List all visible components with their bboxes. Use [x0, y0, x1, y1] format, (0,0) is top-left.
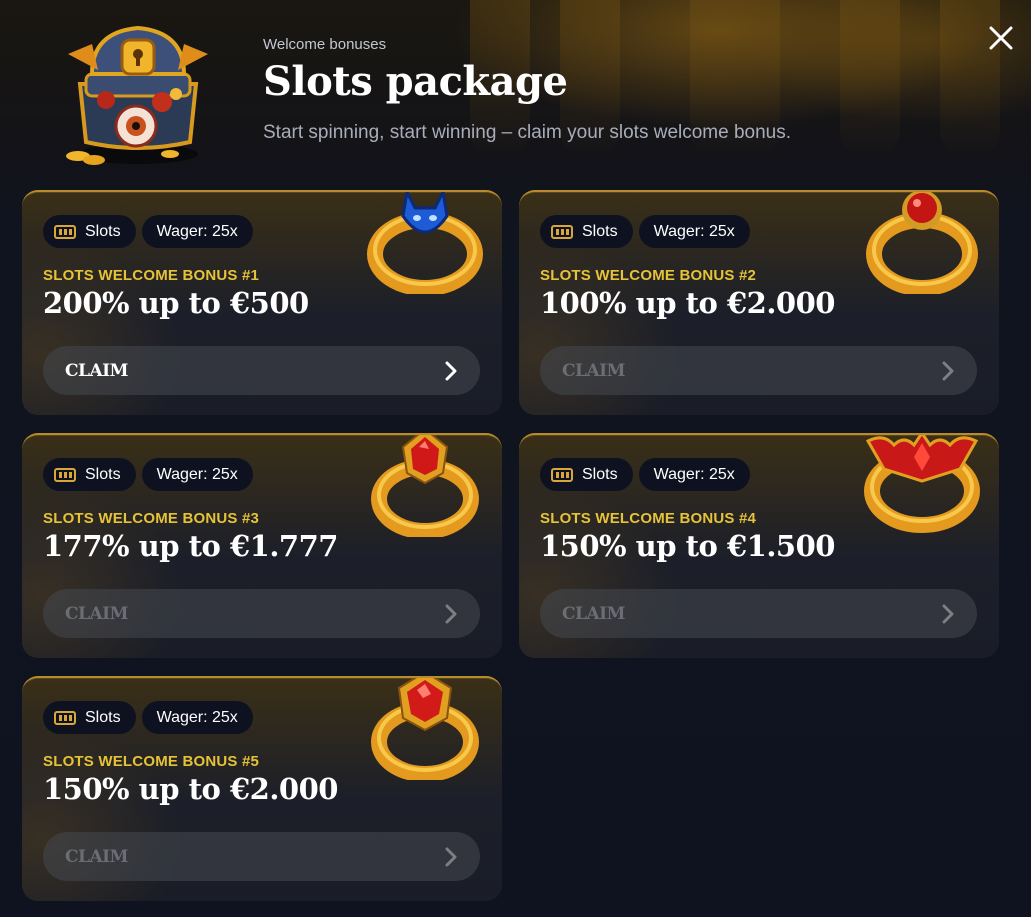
- chevron-right-icon: [445, 361, 457, 380]
- bonus-offer: 100% up to €2.000: [540, 286, 835, 320]
- bonus-card-2: Slots Wager: 25x SLOTS WELCOME BONUS #2 …: [519, 190, 999, 415]
- slot-machine-icon: [54, 710, 76, 725]
- category-chip-label: Slots: [85, 465, 121, 483]
- bonus-offer: 200% up to €500: [43, 286, 309, 320]
- bonus-card-3: Slots Wager: 25x SLOTS WELCOME BONUS #3 …: [22, 433, 502, 658]
- bonus-card-4: Slots Wager: 25x SLOTS WELCOME BONUS #4 …: [519, 433, 999, 658]
- category-chip: Slots: [540, 215, 633, 248]
- slot-machine-icon: [54, 224, 76, 239]
- claim-button[interactable]: CLAIM: [43, 832, 480, 881]
- chevron-right-icon: [445, 604, 457, 623]
- treasure-chest-icon: [66, 25, 208, 165]
- claim-button[interactable]: CLAIM: [540, 346, 977, 395]
- claim-button[interactable]: CLAIM: [43, 346, 480, 395]
- wager-chip: Wager: 25x: [141, 701, 253, 734]
- claim-label: CLAIM: [562, 360, 625, 381]
- category-chip-label: Slots: [582, 465, 618, 483]
- category-chip-label: Slots: [85, 222, 121, 240]
- claim-button[interactable]: CLAIM: [43, 589, 480, 638]
- close-icon[interactable]: [985, 22, 1017, 54]
- bonus-label: SLOTS WELCOME BONUS #3: [43, 510, 260, 527]
- category-chip: Slots: [43, 215, 136, 248]
- claim-label: CLAIM: [562, 603, 625, 624]
- claim-label: CLAIM: [65, 603, 128, 624]
- claim-label: CLAIM: [65, 360, 128, 381]
- slot-machine-icon: [551, 224, 573, 239]
- bonus-offer: 150% up to €1.500: [540, 529, 835, 563]
- blue-demon-ring-icon: [367, 192, 483, 294]
- category-chip: Slots: [43, 701, 136, 734]
- bonus-label: SLOTS WELCOME BONUS #2: [540, 267, 757, 284]
- red-orb-ring-icon: [866, 192, 978, 294]
- wager-chip: Wager: 25x: [638, 458, 750, 491]
- bonus-offer: 177% up to €1.777: [43, 529, 338, 563]
- red-gem-ring-icon: [371, 435, 479, 537]
- slot-machine-icon: [551, 467, 573, 482]
- ruby-ring-icon: [371, 678, 479, 780]
- category-chip-label: Slots: [582, 222, 618, 240]
- chevron-right-icon: [942, 361, 954, 380]
- bonus-label: SLOTS WELCOME BONUS #4: [540, 510, 757, 527]
- claim-label: CLAIM: [65, 846, 128, 867]
- bonus-label: SLOTS WELCOME BONUS #1: [43, 267, 260, 284]
- header-eyebrow: Welcome bonuses: [263, 36, 387, 53]
- category-chip: Slots: [540, 458, 633, 491]
- wager-chip: Wager: 25x: [638, 215, 750, 248]
- chevron-right-icon: [942, 604, 954, 623]
- claim-button[interactable]: CLAIM: [540, 589, 977, 638]
- slot-machine-icon: [54, 467, 76, 482]
- bonus-card-1: Slots Wager: 25x SLOTS WELCOME BONUS #1 …: [22, 190, 502, 415]
- wager-chip: Wager: 25x: [141, 215, 253, 248]
- bonus-label: SLOTS WELCOME BONUS #5: [43, 753, 260, 770]
- wager-chip: Wager: 25x: [141, 458, 253, 491]
- bonus-card-5: Slots Wager: 25x SLOTS WELCOME BONUS #5 …: [22, 676, 502, 901]
- bat-wing-ring-icon: [864, 435, 980, 533]
- bonus-offer: 150% up to €2.000: [43, 772, 338, 806]
- category-chip-label: Slots: [85, 708, 121, 726]
- chevron-right-icon: [445, 847, 457, 866]
- category-chip: Slots: [43, 458, 136, 491]
- page-subtitle: Start spinning, start winning – claim yo…: [263, 122, 792, 143]
- page-title: Slots package: [263, 58, 568, 105]
